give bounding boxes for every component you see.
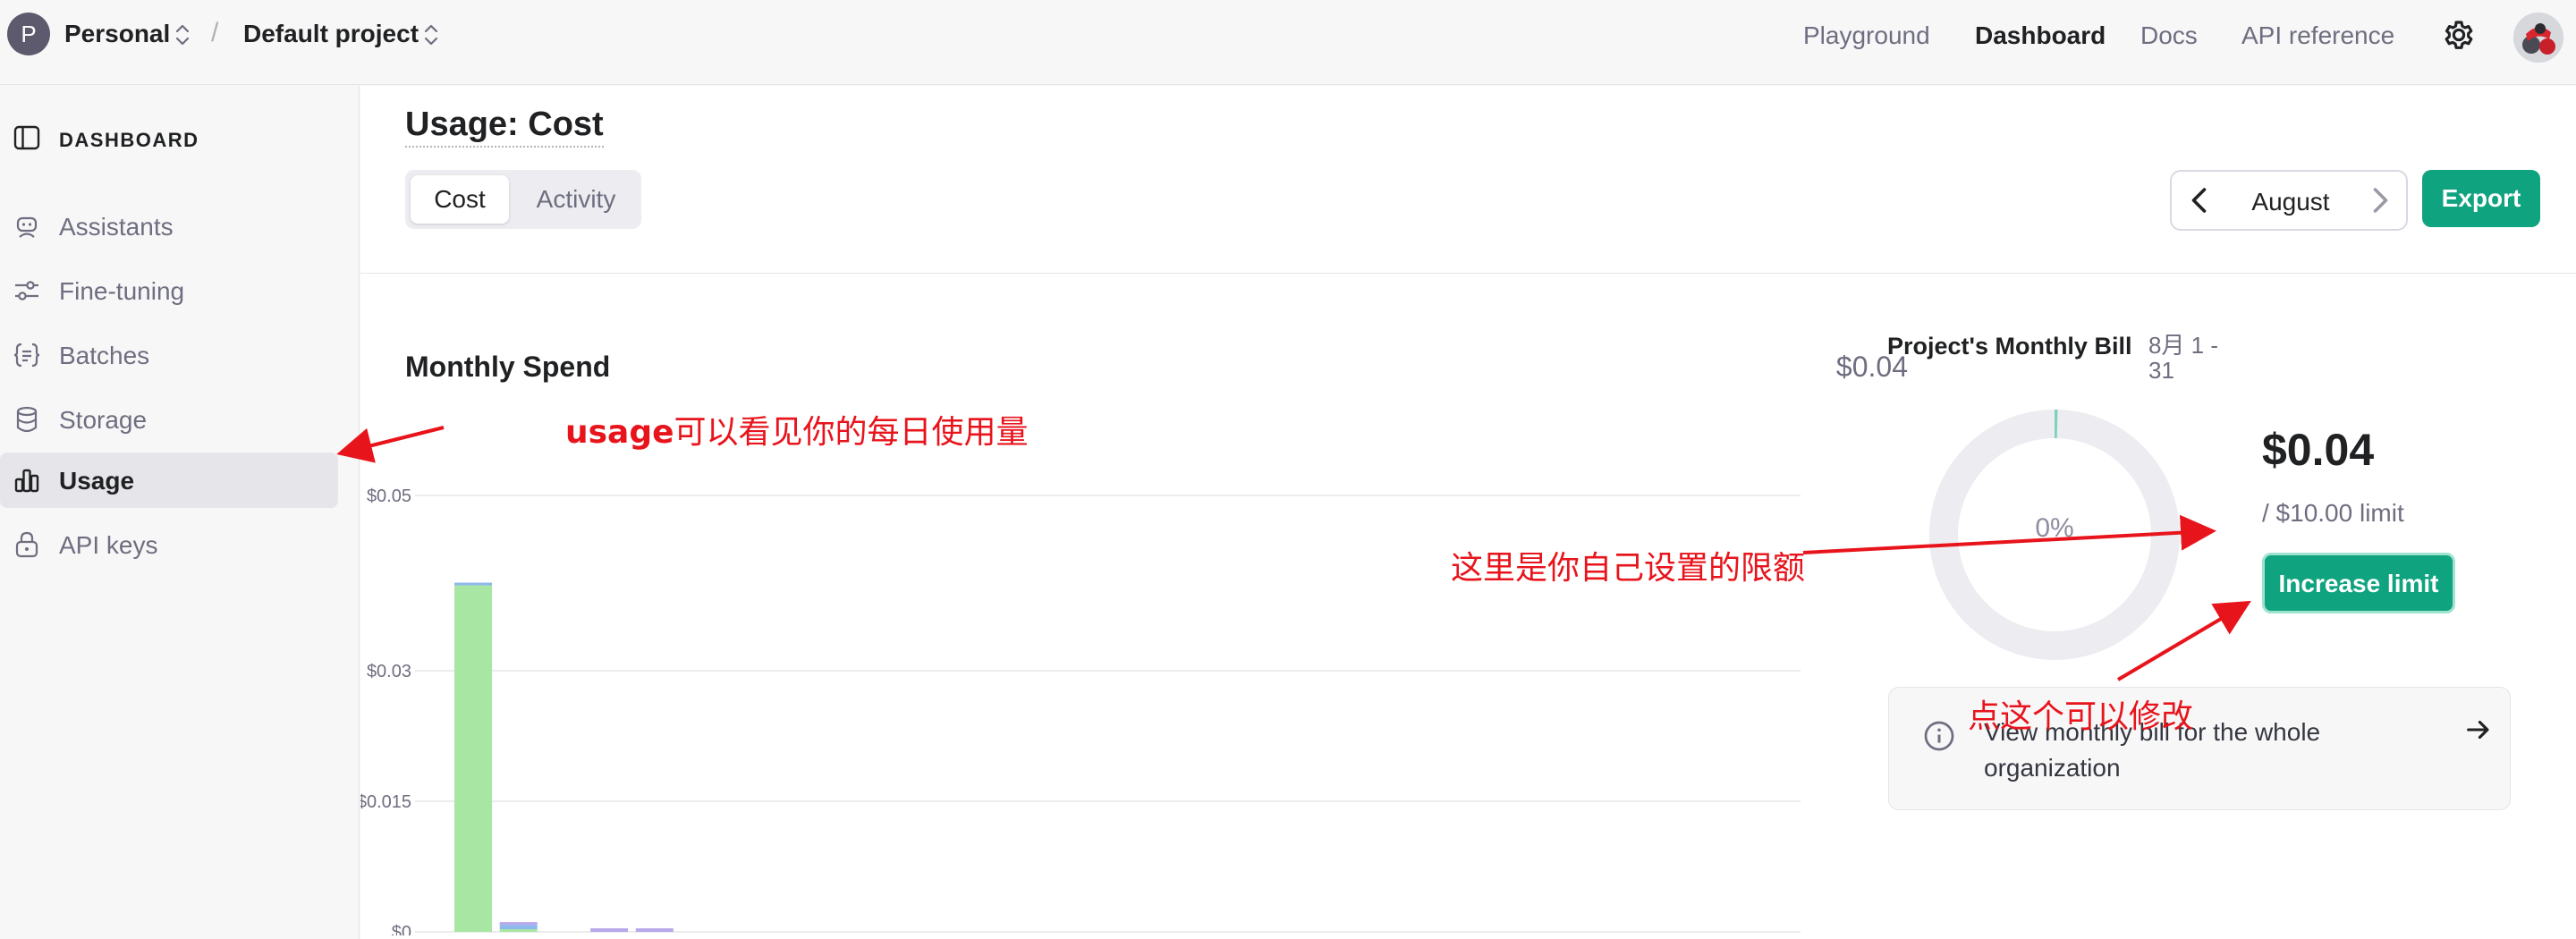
increase-limit-button[interactable]: Increase limit	[2262, 553, 2455, 613]
sidebar-heading: DASHBOARD	[59, 129, 199, 151]
sidebar-item-fine-tuning[interactable]: Fine-tuning	[0, 263, 338, 318]
org-switcher[interactable]: Personal	[64, 20, 170, 48]
chart-bar	[499, 925, 538, 929]
sidebar: DASHBOARD Assistants Fine-tuning Batches	[0, 86, 360, 939]
lock-icon	[15, 531, 38, 558]
sidebar-item-batches[interactable]: Batches	[0, 327, 338, 383]
info-icon	[1924, 721, 1954, 751]
annotation-limit-note: 这里是你自己设置的限额	[1451, 550, 1806, 587]
bill-limit: / $10.00 limit	[2262, 499, 2404, 527]
sidebar-item-assistants[interactable]: Assistants	[0, 199, 338, 254]
chart-bar	[499, 922, 538, 926]
user-photo-icon	[2513, 13, 2563, 63]
sidebar-item-label: Assistants	[59, 213, 174, 241]
sidebar-item-label: Storage	[59, 406, 148, 434]
gear-icon[interactable]	[2440, 16, 2478, 54]
sidebar-item-api-keys[interactable]: API keys	[0, 517, 338, 572]
top-bar: P Personal / Default project Playground …	[0, 0, 2576, 85]
donut-percent: 0%	[2035, 513, 2074, 543]
chart-bar	[454, 585, 492, 932]
robot-icon	[16, 216, 38, 238]
chart-y-tick-label: $0	[392, 923, 411, 935]
cost-activity-tabs: Cost Activity	[405, 170, 641, 229]
chart-y-tick-label: $0.03	[367, 662, 411, 681]
breadcrumb-separator: /	[211, 18, 219, 47]
nav-playground[interactable]: Playground	[1803, 21, 1930, 50]
bar-chart-icon	[14, 469, 39, 493]
tab-cost[interactable]: Cost	[411, 175, 509, 224]
chevron-updown-icon[interactable]	[420, 21, 442, 48]
nav-dashboard[interactable]: Dashboard	[1975, 21, 2106, 50]
annotation-usage-note: usage可以看见你的每日使用量	[565, 414, 1029, 451]
chart-bar	[635, 928, 674, 932]
monthly-bill-title: Project's Monthly Bill	[1887, 333, 2132, 360]
month-picker: August	[2170, 170, 2408, 231]
monthly-spend-total: $0.04	[1835, 351, 1908, 383]
divider	[360, 273, 2576, 274]
sidebar-item-label: Fine-tuning	[59, 277, 185, 305]
project-switcher[interactable]: Default project	[243, 20, 419, 48]
chevron-right-icon[interactable]	[2363, 184, 2395, 216]
chevron-updown-icon[interactable]	[172, 21, 193, 48]
chart-bar	[499, 929, 538, 932]
monthly-spend-title: Monthly Spend	[405, 351, 611, 383]
sidebar-item-storage[interactable]: Storage	[0, 392, 338, 447]
chart-bar	[454, 582, 492, 586]
sidebar-item-label: Batches	[59, 342, 150, 369]
annotation-modify-note: 点这个可以修改	[1968, 698, 2194, 735]
export-button[interactable]: Export	[2422, 170, 2540, 227]
chart-bar	[590, 928, 629, 932]
bill-amount: $0.04	[2262, 425, 2375, 475]
chevron-left-icon[interactable]	[2184, 184, 2216, 216]
arrow-right-icon	[2467, 720, 2489, 740]
monthly-spend-chart: $0.05$0.03$0.015$002 Aug09 Aug16 Aug23 A…	[360, 486, 1801, 935]
main-panel: Usage: Cost Cost Activity August Export …	[360, 86, 2576, 939]
database-icon	[16, 406, 38, 433]
sidebar-item-usage[interactable]: Usage	[0, 453, 338, 508]
chart-y-tick-label: $0.05	[367, 486, 411, 506]
page-title: Usage: Cost	[405, 106, 604, 148]
sidebar-toggle-icon[interactable]	[13, 123, 41, 152]
chart-y-tick-label: $0.015	[360, 792, 411, 812]
monthly-bill-range: 8月 1 - 31	[2148, 332, 2219, 384]
tab-activity[interactable]: Activity	[516, 175, 636, 224]
nav-api-reference[interactable]: API reference	[2241, 21, 2394, 50]
org-avatar[interactable]: P	[7, 13, 50, 55]
nav-docs[interactable]: Docs	[2140, 21, 2198, 50]
sidebar-header: DASHBOARD	[13, 123, 352, 154]
month-label: August	[2251, 188, 2330, 216]
user-avatar[interactable]	[2513, 13, 2563, 63]
braces-icon	[13, 343, 40, 368]
sliders-icon	[15, 281, 38, 300]
sidebar-item-label: Usage	[59, 467, 135, 495]
sidebar-item-label: API keys	[59, 531, 158, 559]
